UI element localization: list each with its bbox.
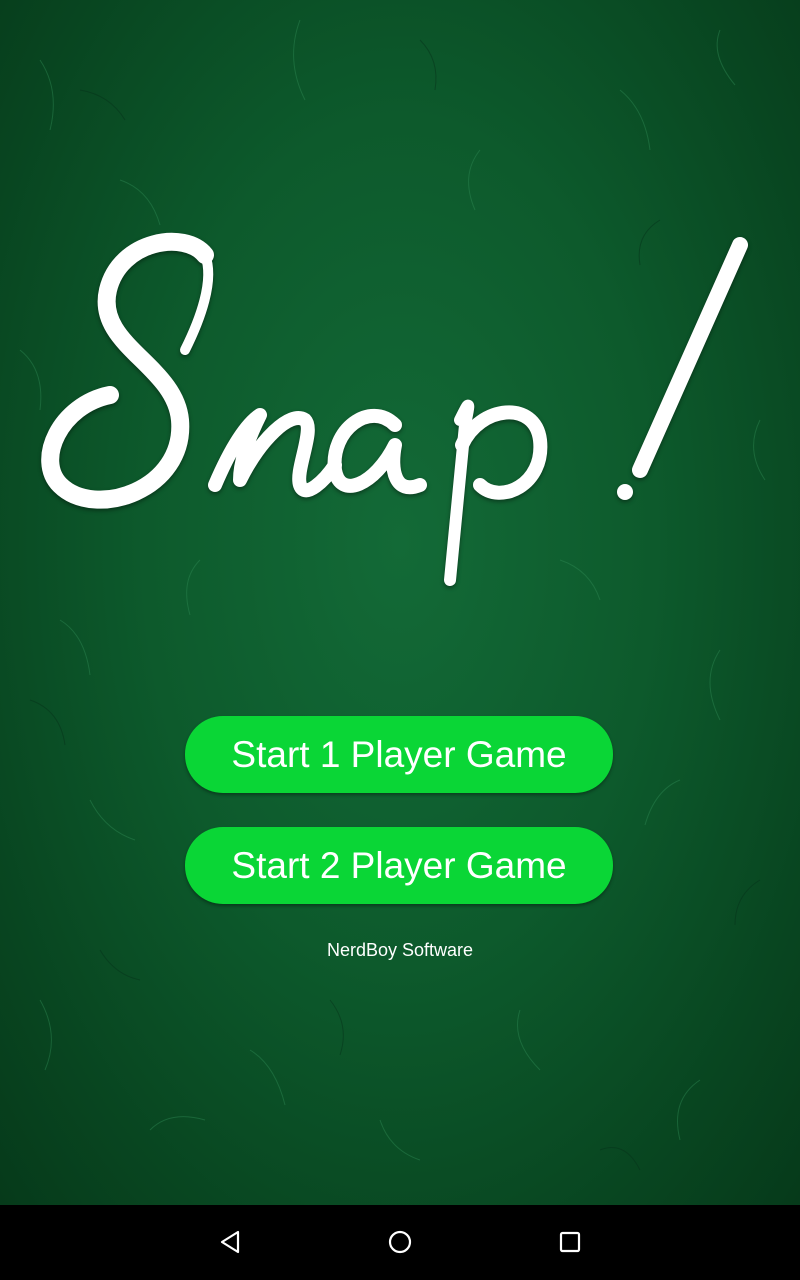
start-2-player-button[interactable]: Start 2 Player Game — [185, 827, 613, 904]
start-1-player-button[interactable]: Start 1 Player Game — [185, 716, 613, 793]
system-navigation-bar — [0, 1205, 800, 1280]
recents-square-icon — [559, 1231, 581, 1253]
menu-buttons: Start 1 Player Game Start 2 Player Game — [185, 716, 613, 904]
back-button[interactable] — [200, 1217, 260, 1267]
felt-background — [0, 0, 800, 1205]
game-screen: Start 1 Player Game Start 2 Player Game … — [0, 0, 800, 1280]
snap-logo — [41, 232, 748, 586]
home-button[interactable] — [370, 1217, 430, 1267]
back-triangle-icon — [220, 1230, 240, 1254]
developer-credit: NerdBoy Software — [326, 940, 474, 960]
recents-button[interactable] — [540, 1217, 600, 1267]
home-circle-icon — [388, 1230, 412, 1254]
